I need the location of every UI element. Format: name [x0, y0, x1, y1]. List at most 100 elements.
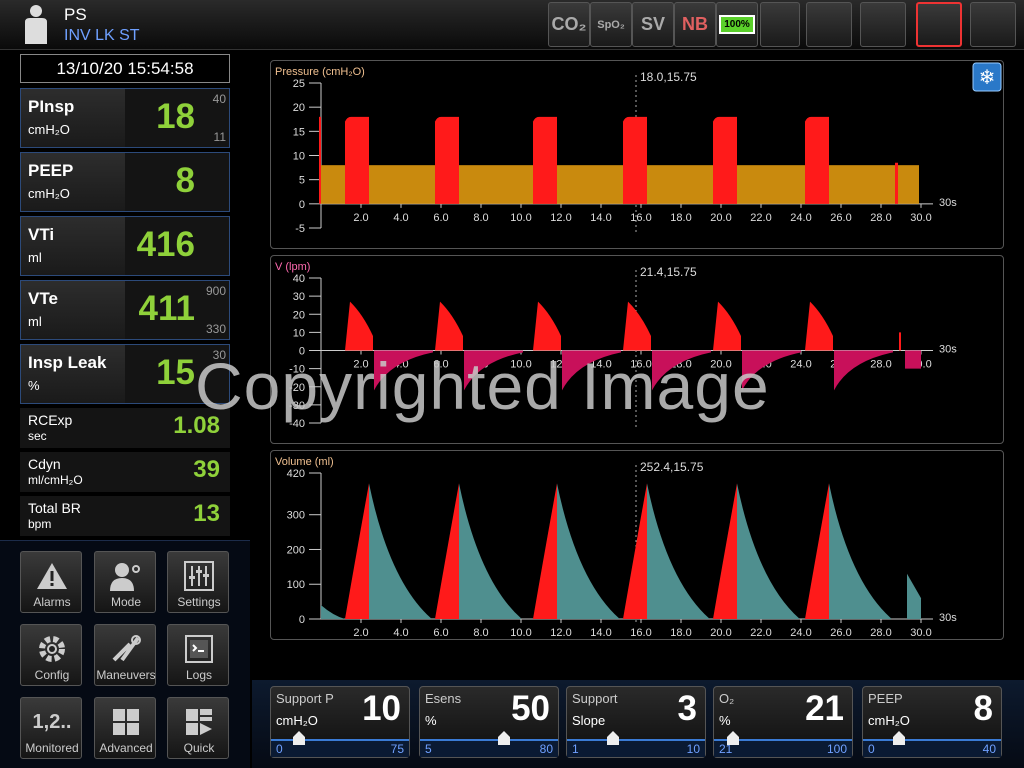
menu-label: Config	[34, 668, 70, 682]
monitored-button[interactable]: 1,2.. Monitored	[20, 697, 82, 759]
setting-value: 50	[511, 689, 550, 728]
alarms-button[interactable]: Alarms	[20, 551, 82, 613]
param-label-panel: VTi ml	[21, 217, 125, 275]
mode-button[interactable]: Mode	[94, 551, 156, 613]
x-tick-label: 14.0	[590, 627, 611, 639]
param-name: RCExp	[28, 412, 73, 428]
setting-slider[interactable]: 0 40	[863, 739, 1001, 757]
menu-label: Logs	[185, 668, 213, 682]
slider-knob[interactable]	[606, 731, 619, 745]
inspiration-pressure-bar	[435, 116, 459, 204]
warning-icon	[21, 558, 83, 594]
slider-knob[interactable]	[292, 731, 305, 745]
waveform-svg: V (lpm)403020100-10-20-30-402.04.06.08.0…	[275, 261, 957, 430]
waveform-title: Pressure (cmH₂O)	[275, 66, 365, 78]
inspired-volume	[805, 483, 829, 619]
inspiratory-flow	[805, 301, 833, 351]
co2-icon: CO₂	[551, 14, 587, 34]
param-name: PEEP	[28, 161, 74, 180]
setting-name: Support	[572, 691, 618, 706]
setting-name: Esens	[425, 691, 462, 706]
menu-label: Monitored	[25, 741, 79, 755]
waveform-volume: Volume (ml) 420 300 200 100 0 2.0 4.0 6.0 8.0 10.0…	[270, 450, 1004, 640]
ventilation-submode: INV LK ST	[64, 27, 140, 44]
bell-button[interactable]	[860, 2, 906, 47]
menu-label: Quick	[183, 741, 215, 755]
nb-icon: NB	[682, 14, 708, 34]
slider-knob[interactable]	[727, 731, 740, 745]
y-tick-label: 25	[293, 78, 305, 90]
alarm-high-limit: 900	[205, 284, 226, 298]
sv-icon: SV	[640, 14, 665, 34]
sliders-icon	[168, 558, 230, 594]
x-tick-label: 18.0	[670, 627, 691, 639]
param-name: VTi	[28, 225, 55, 244]
patient-icon	[25, 5, 47, 44]
param-unit: ml	[28, 314, 42, 329]
slider-min: 0	[276, 742, 283, 756]
param-label-panel: Insp Leak%	[21, 345, 125, 403]
gear-icon	[21, 631, 83, 667]
setting-peep[interactable]: PEEP cmH₂O 8 0 40	[862, 686, 1002, 758]
lock-button[interactable]	[806, 2, 852, 47]
param-unit: cmH₂O	[28, 122, 70, 137]
x-tick-label: 16.0	[630, 627, 651, 639]
config-button[interactable]: Config	[20, 624, 82, 686]
setting-support-p[interactable]: Support P cmH₂O 10 0 75	[270, 686, 410, 758]
x-unit-label: 30s	[939, 612, 957, 624]
slider-knob[interactable]	[893, 731, 905, 745]
inspired-volume	[623, 483, 647, 619]
pressure-spike	[895, 162, 898, 204]
param-unit: bpm	[28, 517, 52, 531]
param-insp-leak[interactable]: Insp Leak% 15 30	[20, 344, 230, 404]
plus-button[interactable]	[970, 2, 1016, 47]
expired-volume	[557, 483, 619, 619]
co2-button: CO₂	[548, 2, 590, 47]
inspiration-pressure-bar	[345, 116, 369, 204]
setting-unit: %	[719, 713, 731, 728]
x-tick-label: 22.0	[750, 212, 771, 224]
x-tick-label: 2.0	[353, 359, 368, 371]
param-peep[interactable]: PEEP cmH₂O 8	[20, 152, 230, 212]
x-tick-label: 30.0	[910, 627, 931, 639]
param-value: 416	[136, 225, 195, 264]
cursor-readout: 21.4,15.75	[640, 265, 697, 279]
setting-value: 21	[805, 689, 844, 728]
setting-slider[interactable]: 5 80	[420, 739, 558, 757]
y-tick-label: 100	[287, 579, 305, 591]
setting-unit: %	[425, 713, 437, 728]
ventilation-mode: PS	[64, 5, 87, 24]
y-tick-label: -5	[295, 223, 305, 235]
advanced-button[interactable]: Advanced	[94, 697, 156, 759]
freeze-button[interactable]: ❄	[972, 62, 1002, 92]
param-value: 8	[175, 161, 195, 200]
setting-support[interactable]: Support Slope 3 1 10	[566, 686, 706, 758]
expired-volume	[647, 483, 709, 619]
param-vti[interactable]: VTi ml 416	[20, 216, 230, 276]
setting-slider[interactable]: 1 10	[567, 739, 705, 757]
x-tick-label: 30.0	[910, 212, 931, 224]
logs-button[interactable]: Logs	[167, 624, 229, 686]
setting-o-[interactable]: O₂% 21 21 100	[713, 686, 853, 758]
param-vte[interactable]: VTe ml 411 900 330	[20, 280, 230, 340]
menu-label: Advanced	[99, 741, 153, 755]
param-total-br: Total BR bpm 13	[20, 496, 230, 536]
power-plug-button	[760, 2, 800, 47]
y-tick-label: 20	[293, 309, 305, 321]
quick-button[interactable]: Quick	[167, 697, 229, 759]
maneuvers-button[interactable]: Maneuvers	[94, 624, 156, 686]
param-pinsp[interactable]: PInsp cmH₂O 18 40 11	[20, 88, 230, 148]
waveform-title: V (lpm)	[275, 261, 310, 273]
y-tick-label: -40	[289, 418, 305, 430]
x-tick-label: 24.0	[790, 627, 811, 639]
x-tick-label: 18.0	[670, 212, 691, 224]
slider-knob[interactable]	[498, 731, 510, 745]
waveform-title: Volume (ml)	[275, 456, 334, 468]
inspiratory-flow	[713, 301, 741, 351]
settings-button[interactable]: Settings	[167, 551, 229, 613]
standby-button[interactable]	[916, 2, 962, 47]
slider-min: 5	[425, 742, 432, 756]
param-value: 411	[138, 289, 195, 328]
setting-esens[interactable]: Esens% 50 5 80	[419, 686, 559, 758]
spo2-button: SpO₂	[590, 2, 632, 47]
